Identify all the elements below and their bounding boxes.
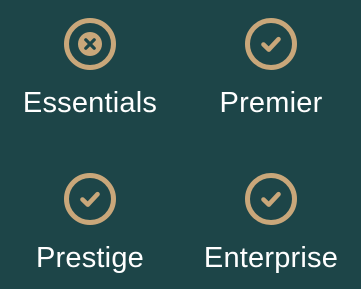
tier-label-premier: Premier xyxy=(219,87,323,119)
tier-enterprise: Enterprise xyxy=(181,171,361,275)
tier-premier: Premier xyxy=(181,16,361,120)
check-circle-icon xyxy=(64,173,116,225)
tier-label-essentials: Essentials xyxy=(22,87,158,119)
tier-label-prestige: Prestige xyxy=(36,242,144,274)
tier-label-enterprise: Enterprise xyxy=(203,242,339,274)
tier-essentials: Essentials xyxy=(0,16,180,120)
tier-prestige: Prestige xyxy=(0,171,180,275)
x-circle-icon xyxy=(64,18,116,70)
check-circle-icon xyxy=(245,18,297,70)
check-circle-icon xyxy=(245,173,297,225)
tier-comparison-grid: Essentials Premier Prestige Enterprise xyxy=(0,0,361,289)
